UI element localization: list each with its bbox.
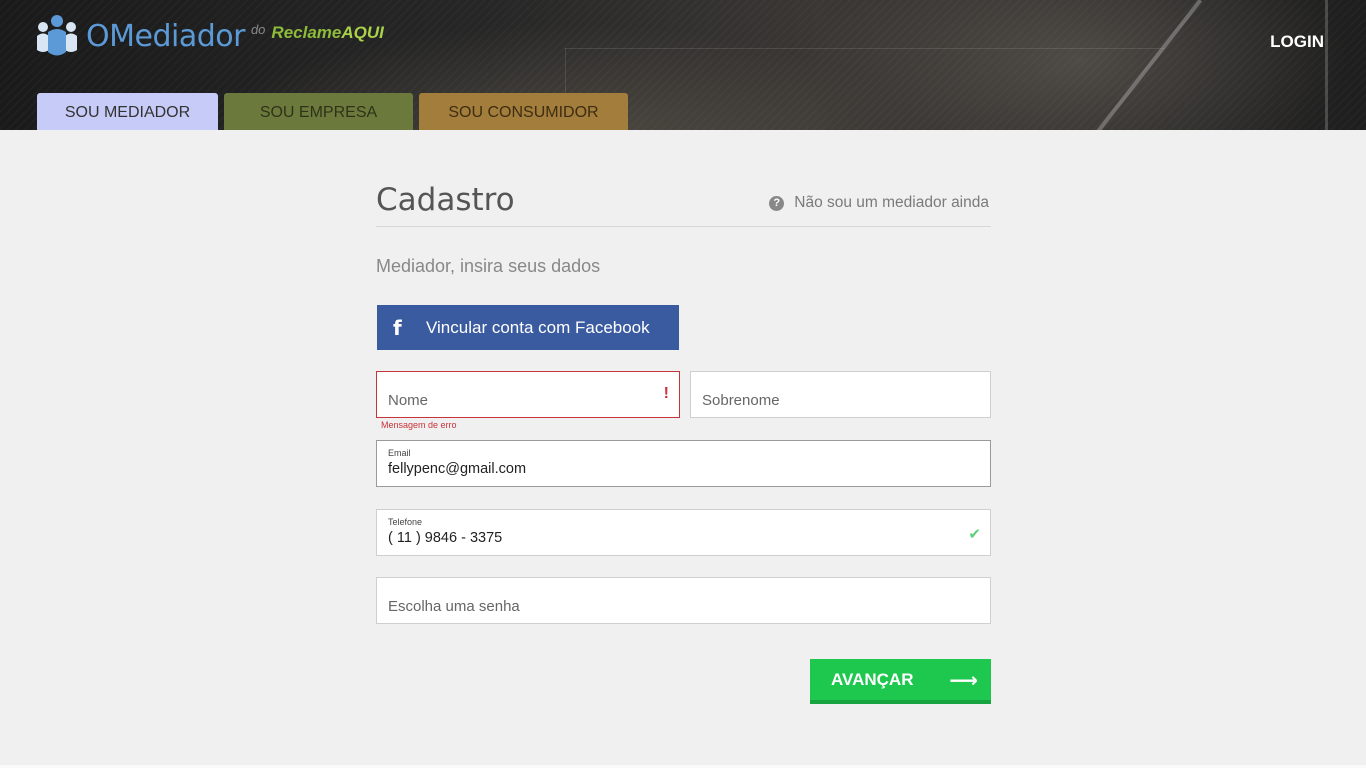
logo-connector-text: do — [250, 21, 266, 37]
question-circle-icon: ? — [769, 195, 785, 211]
phone-value: ( 11 ) 9846 - 3375 — [388, 530, 503, 546]
facebook-button-label: Vincular conta com Facebook — [426, 317, 650, 337]
background-decoration — [1325, 0, 1328, 130]
tab-sou-empresa[interactable]: SOU EMPRESA — [224, 93, 413, 130]
advance-button-label: AVANÇAR — [831, 670, 914, 689]
first-name-field[interactable]: Nome ! — [376, 371, 680, 418]
header: OMediador do ReclameAQUI LOGIN SOU MEDIA… — [0, 0, 1366, 130]
checkmark-icon: ✔ — [968, 526, 981, 543]
background-decoration — [565, 48, 1165, 49]
tab-sou-consumidor[interactable]: SOU CONSUMIDOR — [419, 93, 628, 130]
exclamation-icon: ! — [663, 385, 669, 402]
password-field[interactable]: Escolha uma senha — [376, 577, 991, 624]
background-decoration — [1081, 0, 1203, 130]
email-value: fellypenc@gmail.com — [388, 461, 527, 477]
title-row: Cadastro ? Não sou um mediador ainda — [376, 182, 991, 227]
people-logo-icon — [37, 15, 77, 56]
last-name-placeholder: Sobrenome — [702, 392, 780, 409]
first-name-error-message: Mensagem de erro — [381, 420, 457, 430]
not-mediator-link[interactable]: ? Não sou um mediador ainda — [769, 194, 989, 212]
last-name-field[interactable]: Sobrenome — [690, 371, 991, 418]
email-field[interactable]: Email fellypenc@gmail.com — [376, 440, 991, 487]
facebook-link-button[interactable]: f Vincular conta com Facebook — [377, 305, 679, 350]
arrow-right-icon: ⟶ — [949, 670, 978, 692]
password-placeholder: Escolha uma senha — [388, 598, 520, 615]
advance-button[interactable]: AVANÇAR ⟶ — [810, 659, 991, 704]
profile-tabs: SOU MEDIADOR SOU EMPRESA SOU CONSUMIDOR — [37, 93, 628, 130]
tab-sou-mediador[interactable]: SOU MEDIADOR — [37, 93, 218, 130]
first-name-placeholder: Nome — [388, 392, 429, 409]
logo[interactable]: OMediador do ReclameAQUI — [36, 14, 384, 58]
partner-logo: ReclameAQUI — [271, 23, 383, 43]
not-mediator-link-label: Não sou um mediador ainda — [794, 194, 989, 211]
login-link[interactable]: LOGIN — [1270, 32, 1324, 52]
form-subtitle: Mediador, insira seus dados — [376, 256, 601, 276]
email-label: Email — [388, 448, 411, 458]
phone-field[interactable]: Telefone ( 11 ) 9846 - 3375 ✔ — [376, 509, 991, 556]
logo-brand-text: OMediador — [86, 18, 245, 54]
partner-logo-part-a: Reclame — [271, 23, 342, 42]
partner-logo-part-b: AQUI — [341, 23, 384, 42]
page-title: Cadastro — [376, 182, 515, 218]
phone-label: Telefone — [388, 517, 423, 527]
facebook-f-icon: f — [393, 315, 402, 340]
